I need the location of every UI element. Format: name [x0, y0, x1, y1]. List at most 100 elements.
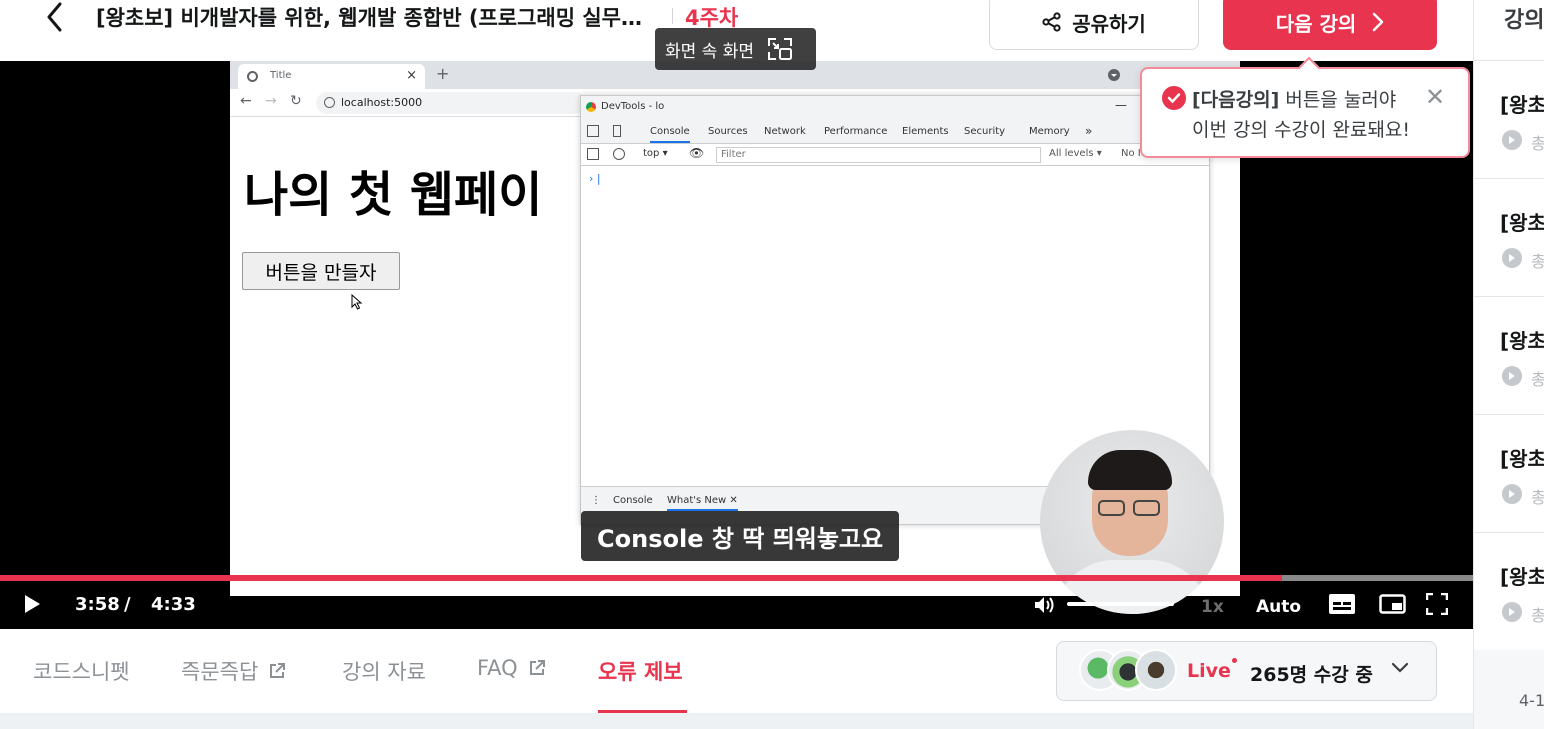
- share-label: 공유하기: [1072, 11, 1146, 36]
- tab-code-snippet[interactable]: 코드스니펫: [33, 656, 130, 686]
- plus-icon: +: [436, 64, 450, 83]
- devtools-tab-network: Network: [764, 126, 806, 137]
- live-viewers-box[interactable]: Live 265명 수강 중: [1056, 641, 1437, 701]
- course-title: [왕초보] 비개발자를 위한, 웹개발 종합반 (프로그래밍 실무…: [96, 6, 642, 30]
- live-dot: [1232, 658, 1237, 663]
- toast-message-line1: [다음강의] 버튼을 눌러야: [1192, 85, 1396, 112]
- tab-error-report[interactable]: 오류 제보: [598, 656, 683, 686]
- devtools-tab-performance: Performance: [824, 126, 888, 137]
- info-icon: [324, 97, 335, 108]
- title-divider: [672, 8, 673, 24]
- tab-label: 강의 자료: [342, 660, 426, 684]
- devtools-titlebar: DevTools - lo —: [581, 96, 1209, 120]
- devtools-tab-sources: Sources: [708, 126, 748, 137]
- quality-select[interactable]: Auto: [1256, 597, 1301, 617]
- forward-arrow-icon: →: [265, 93, 277, 109]
- lesson-title: [왕초: [1500, 447, 1544, 471]
- lesson-item[interactable]: [왕초 총: [1474, 297, 1544, 415]
- sidebar-footer-label: 4-1: [1519, 691, 1544, 710]
- browser-tab: Title ×: [238, 64, 425, 89]
- lesson-sidebar: 강의 [왕초 총 [왕초 총 [왕초 총 [왕초 총 [왕초 총 4-1: [1473, 0, 1544, 729]
- live-viewer-count: 265명 수강 중: [1250, 664, 1373, 686]
- chevron-right-icon: [1373, 12, 1384, 32]
- tab-label: 즉문즉답: [181, 660, 259, 684]
- pip-tooltip: 화면 속 화면: [655, 28, 816, 70]
- devtools-tab-console: Console: [650, 126, 690, 143]
- lesson-title: [왕초: [1500, 329, 1544, 353]
- current-time: 3:58: [75, 594, 120, 615]
- page-heading: 나의 첫 웹페이: [244, 167, 543, 223]
- play-circle-icon: [1502, 484, 1522, 504]
- lesson-meta: 총: [1531, 488, 1544, 507]
- dropdown-icon: [1108, 69, 1120, 81]
- lesson-item[interactable]: [왕초 총: [1474, 415, 1544, 533]
- filter-input: Filter: [716, 147, 1041, 163]
- device-icon: [613, 125, 621, 137]
- sidebar-toggle-icon: [587, 148, 599, 160]
- share-button[interactable]: 공유하기: [989, 0, 1199, 50]
- lesson-item[interactable]: [왕초 총: [1474, 61, 1544, 179]
- context-select: top ▾: [643, 148, 668, 159]
- globe-icon: [247, 71, 258, 82]
- devtools-tab-elements: Elements: [902, 126, 949, 137]
- lesson-item[interactable]: [왕초 총: [1474, 179, 1544, 297]
- close-icon[interactable]: ✕: [1425, 83, 1445, 111]
- duration: 4:33: [151, 594, 196, 615]
- play-button[interactable]: [22, 593, 42, 615]
- lesson-meta: 총: [1531, 252, 1544, 271]
- back-arrow-icon: ←: [240, 93, 252, 109]
- mouse-cursor-icon: [351, 294, 363, 310]
- subtitles-button[interactable]: [1328, 593, 1356, 615]
- inspect-icon: [587, 125, 599, 137]
- chevron-left-icon: [47, 2, 62, 32]
- fullscreen-button[interactable]: [1426, 593, 1448, 615]
- player-controls: 3:58 / 4:33 1x Auto: [0, 581, 1473, 629]
- lesson-title: [왕초: [1500, 211, 1544, 235]
- play-circle-icon: [1502, 602, 1522, 622]
- devtools-tabs: Console Sources Network Performance Elem…: [581, 120, 1209, 144]
- drawer-tab-console: Console: [613, 495, 653, 506]
- subtitles-icon: [1329, 594, 1355, 614]
- pip-exit-icon: [768, 38, 793, 60]
- play-circle-icon: [1502, 248, 1522, 268]
- tab-qna[interactable]: 즉문즉답: [181, 656, 286, 686]
- avatar: [1135, 649, 1177, 691]
- fullscreen-icon: [1426, 593, 1448, 615]
- drawer-tab-whats-new: What's New ✕: [667, 495, 738, 511]
- tab-label: 오류 제보: [598, 660, 683, 684]
- check-circle-icon: [1162, 86, 1186, 110]
- console-prompt: › |: [589, 172, 601, 185]
- external-link-icon: [529, 660, 545, 675]
- tab-faq[interactable]: FAQ: [477, 656, 546, 680]
- tab-materials[interactable]: 강의 자료: [342, 656, 426, 686]
- minimize-icon: —: [1115, 98, 1127, 112]
- completion-toast: [다음강의] 버튼을 눌러야 이번 강의 수강이 완료돼요! ✕: [1140, 56, 1470, 158]
- chrome-icon: [586, 102, 596, 112]
- back-button[interactable]: [38, 0, 72, 34]
- lesson-item[interactable]: [왕초 총: [1474, 533, 1544, 651]
- play-circle-icon: [1502, 366, 1522, 386]
- volume-icon: [1035, 597, 1054, 613]
- time-separator: /: [124, 594, 131, 615]
- tab-label: FAQ: [477, 656, 518, 680]
- external-link-icon: [270, 663, 286, 678]
- lesson-meta: 총: [1531, 606, 1544, 625]
- volume-button[interactable]: [1032, 593, 1056, 617]
- toast-message-line2: 이번 강의 수강이 완료돼요!: [1192, 119, 1411, 141]
- playback-speed[interactable]: 1x: [1201, 597, 1224, 617]
- issues-label: No I: [1121, 148, 1141, 159]
- pip-button[interactable]: [1379, 594, 1406, 614]
- page-bottom-strip: [0, 713, 1473, 729]
- play-circle-icon: [1502, 130, 1522, 150]
- next-lecture-button[interactable]: 다음 강의: [1223, 0, 1437, 50]
- clear-console-icon: [613, 148, 625, 160]
- volume-slider[interactable]: [1067, 602, 1174, 606]
- live-label: Live: [1187, 660, 1231, 682]
- more-tabs-icon: »: [1085, 124, 1093, 138]
- devtools-tab-memory: Memory: [1029, 126, 1070, 137]
- toast-line1-rest: 버튼을 눌러야: [1279, 89, 1397, 111]
- tab-label: 코드스니펫: [33, 660, 130, 684]
- reload-icon: ↻: [290, 93, 302, 109]
- eye-icon: 👁: [689, 146, 705, 160]
- pip-label-text: 화면 속 화면: [665, 41, 755, 62]
